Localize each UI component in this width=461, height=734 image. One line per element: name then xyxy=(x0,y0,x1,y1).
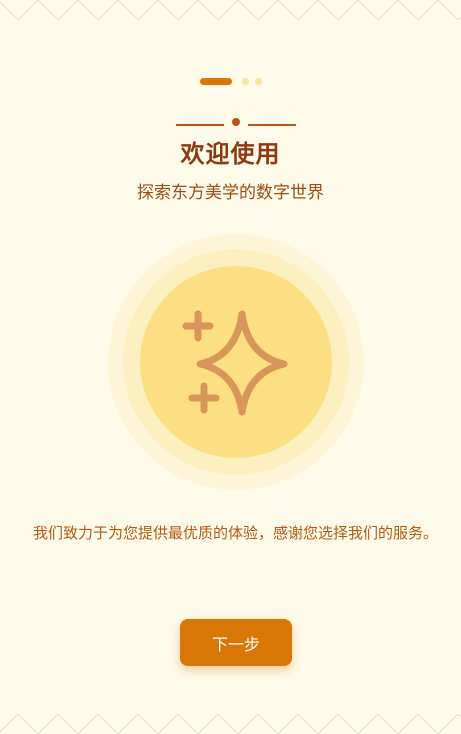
page-indicator-dot[interactable] xyxy=(254,78,262,85)
page-title: 欢迎使用 xyxy=(180,140,281,168)
hero-illustration xyxy=(108,234,364,490)
page-indicator xyxy=(0,78,461,85)
welcome-description: 我们致力于为您提供最优质的体验，感谢您选择我们的服务。 xyxy=(32,524,438,542)
top-diamond-pattern xyxy=(0,0,461,20)
title-ornament xyxy=(176,118,296,126)
page-indicator-dot-active[interactable] xyxy=(199,78,232,85)
page-subtitle: 探索东方美学的数字世界 xyxy=(137,183,324,203)
next-step-button[interactable]: 下一步 xyxy=(180,619,292,666)
page-indicator-dot[interactable] xyxy=(241,78,249,85)
bottom-diamond-pattern xyxy=(0,714,461,734)
